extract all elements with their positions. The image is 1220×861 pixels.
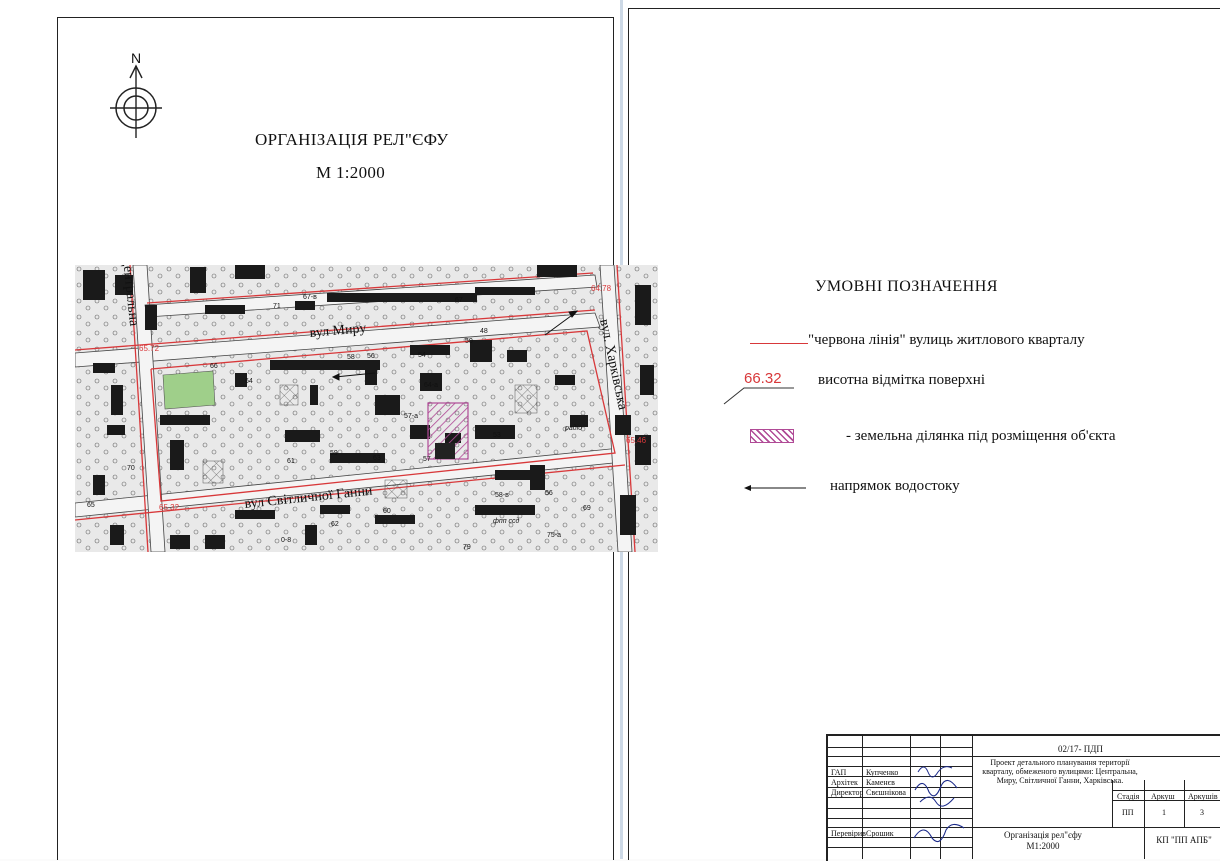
page-title: ОРГАНІЗАЦІЯ РЕЛ"ЄФУ [255,130,449,149]
page-scale: М 1:2000 [316,163,385,182]
house-number: 75-а [547,532,561,539]
house-number: 59 [330,450,338,457]
house-number: 50 [465,338,473,345]
legend-parcel-label: - земельна ділянка під розміщення об'єкт… [846,428,1116,444]
elevation-label-ne: 64.78 [591,284,612,293]
leader-line-icon [723,387,794,405]
stamp-name: Каменєв [866,778,895,787]
stamp-header-sheets: Аркушів [1188,792,1218,801]
parcel-building [435,443,455,459]
elevation-label-se: 65.46 [626,436,647,445]
stamp-name: Срошик [866,829,894,838]
house-number: 58-в [495,492,509,499]
house-number: 57 [423,456,431,463]
green-area [162,370,216,410]
house-number: 56 [545,490,553,497]
house-number: 71 [273,303,281,310]
house-number: 61 [287,458,295,465]
house-number: 53 [493,432,501,439]
legend-red-line-label: "червона лінія" вулиць житлового квартал… [808,332,1085,348]
stamp-project-desc: Проект детального планування території к… [982,758,1138,785]
house-number: 66 [210,363,218,370]
elevation-label-sw: 65.32 [159,503,180,512]
map-small-label: радіо [564,424,582,432]
house-number: 79 [463,544,471,551]
stamp-code: 02/17- ПДП [1058,744,1103,754]
stamp-sheet-scale: М1:2000 [1026,841,1060,851]
stamp-role: Перевірив [831,829,866,838]
stamp-org: КП "ПП АПБ" [1156,835,1212,845]
signature-marks [913,766,965,843]
house-number: 67 [455,297,463,304]
house-number: 54 [418,352,426,359]
stamp-header-sheet: Аркуш [1151,792,1175,801]
house-number: 0-8 [281,537,291,544]
house-number: 62 [331,521,339,528]
house-number: 57-а [404,413,418,420]
house-number: 70 [127,465,135,472]
legend-elevation-symbol: 66.32 [722,370,802,406]
house-number: 56 [367,353,375,360]
stamp-role: ГАП [831,768,847,777]
house-number: 60 [383,508,391,515]
stamp-value-sheets: 3 [1200,808,1204,817]
house-number: 58 [347,354,355,361]
legend-drain-label: напрямок водостоку [830,478,960,494]
north-arrow: N [108,50,164,140]
legend-title: УМОВНІ ПОЗНАЧЕННЯ [815,278,998,295]
house-number: 64-а [424,382,438,389]
title-block: 02/17- ПДП ГАП Купченко Архітек Каменєв … [826,734,1220,861]
house-number: 67-в [303,294,317,301]
stamp-value-sheet: 1 [1162,808,1166,817]
stamp-header-stage: Стадія [1117,792,1140,801]
elevation-label-nw: 65.72 [139,344,160,353]
stamp-name: Свєшнікова [866,788,906,797]
legend-red-line-symbol [750,343,808,344]
legend-elevation-label: висотна відмітка поверхні [818,372,985,388]
legend-parcel-symbol [750,429,794,443]
stamp-value-stage: ПП [1122,808,1134,817]
house-number: 48 [480,328,488,335]
stamp-role: Директор [831,788,864,797]
stamp-name: Купченко [866,768,899,777]
house-number: 69 [583,505,591,512]
arrow-left-icon [744,485,806,491]
house-number: 63 [373,455,381,462]
house-number: 64 [245,378,253,385]
map-small-label: фпп ссд [493,517,519,525]
site-map[interactable]: вул Миру вул Світличної Ганни вул. Харкі… [75,265,658,552]
stamp-role: Архітек [831,778,858,787]
stamp-sheet-title: Організація рел"єфу [1004,830,1082,840]
compass-icon [110,64,162,138]
house-number: 65 [87,502,95,509]
